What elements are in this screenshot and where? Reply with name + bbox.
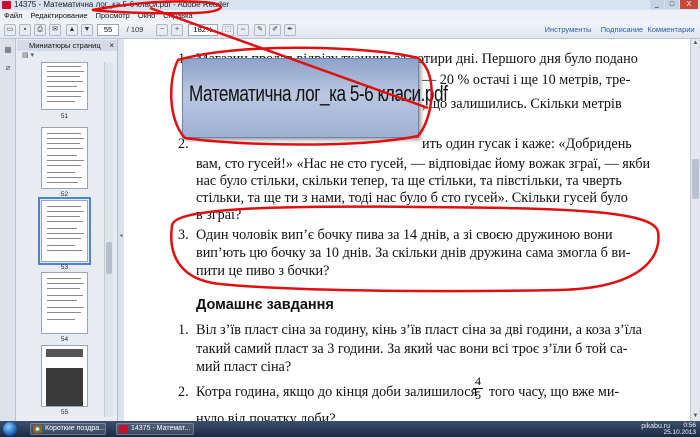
thumbnails-icon[interactable]: ▦ — [3, 45, 13, 55]
problem-text: вам, сто гусей!» «Нас не сто гусей, — ві… — [196, 156, 651, 172]
fit-page-icon[interactable]: ⬚ — [222, 24, 234, 36]
page-number-input[interactable]: 55 — [97, 24, 119, 36]
page-thumbnail[interactable] — [41, 272, 88, 334]
tab-comments[interactable]: Комментарии — [645, 24, 697, 36]
fraction: 4 5 — [472, 375, 484, 402]
prev-page-icon[interactable]: ▲ — [66, 24, 78, 36]
document-scrollbar[interactable]: ▲ ▼ — [690, 39, 700, 421]
thumbnail-label: 54 — [60, 336, 69, 343]
watermark: pikabu.ru — [641, 423, 670, 430]
maximize-button[interactable]: □ — [665, 0, 679, 9]
tab-tools[interactable]: Инструменты — [540, 24, 596, 36]
thumbnail-image — [46, 349, 83, 357]
window-controls: _ □ X — [650, 0, 698, 10]
scroll-down-icon[interactable]: ▼ — [691, 412, 700, 421]
thumbnail-label: 53 — [60, 264, 69, 271]
problem-text: нуло від початку доби? — [196, 411, 336, 421]
toolbar: ▭ ▪ ⎙ ✉ ▲ ▼ 55 / 109 − + 182% ⬚ ⇔ ✎ ✐ ✒ … — [0, 21, 700, 39]
problem-text: в зграї? — [196, 207, 242, 223]
thumbnail-label: 55 — [60, 409, 69, 416]
panel-header: Миниатюры страниц × — [17, 40, 117, 51]
problem-text: Котра година, якщо до кінця доби залишил… — [196, 384, 478, 400]
taskbar: Короткие поздра... 14375 - Математ... 0:… — [0, 421, 700, 437]
problem-number: 1. — [178, 322, 189, 338]
menu-file[interactable]: Файл — [4, 11, 22, 20]
problem-text: такий самий пласт за 3 години. За який ч… — [196, 341, 628, 357]
title-bar: 14375 - Математична лог_ка 5-6 класи.pdf… — [0, 0, 700, 10]
page-thumbnail[interactable] — [41, 127, 88, 189]
problem-number: 2. — [178, 136, 189, 152]
menu-window[interactable]: Окно — [138, 11, 155, 20]
zoom-out-icon[interactable]: − — [156, 24, 168, 36]
problem-text: нас було стільки, скільки тепер, та ще с… — [196, 173, 622, 189]
save-icon[interactable]: ▪ — [19, 24, 31, 36]
filename-tooltip: Математична лог_ка 5-6 класи.pdf — [182, 58, 448, 138]
highlight-icon[interactable]: ✐ — [269, 24, 281, 36]
navigation-pane-icons: ▦ ⌀ — [0, 39, 16, 421]
problem-text: ить один гусак і каже: «Добридень — [422, 136, 632, 152]
fraction-denominator: 5 — [475, 388, 481, 402]
chrome-icon — [33, 425, 42, 433]
attachment-icon[interactable]: ⌀ — [3, 63, 13, 73]
tab-sign[interactable]: Подписание — [597, 24, 647, 36]
taskbar-item-browser[interactable]: Короткие поздра... — [30, 423, 106, 435]
open-icon[interactable]: ▭ — [4, 24, 16, 36]
zoom-input[interactable]: 182% — [188, 24, 218, 36]
print-icon[interactable]: ⎙ — [34, 24, 46, 36]
page-thumbnail[interactable] — [41, 62, 88, 110]
problem-number: 3. — [178, 227, 189, 243]
fit-width-icon[interactable]: ⇔ — [237, 24, 249, 36]
panel-scroll-thumb[interactable] — [106, 242, 112, 274]
problem-text: , що залишились. Скільки метрів — [422, 96, 622, 112]
panel-title: Миниатюры страниц — [29, 41, 101, 50]
adobe-reader-icon — [119, 425, 128, 433]
tooltip-text: Математична лог_ка 5-6 класи.pdf — [189, 81, 448, 106]
menu-bar: Файл Редактирование Просмотр Окно Справк… — [0, 10, 700, 21]
window-title: 14375 - Математична лог_ка 5-6 класи.pdf… — [14, 0, 230, 9]
taskbar-item-label: 14375 - Математ... — [131, 425, 191, 432]
menu-view[interactable]: Просмотр — [96, 11, 130, 20]
problem-text: того часу, що вже ми- — [489, 384, 620, 400]
next-page-icon[interactable]: ▼ — [81, 24, 93, 36]
thumbnail-label: 52 — [60, 191, 69, 198]
comment-icon[interactable]: ✎ — [254, 24, 266, 36]
mail-icon[interactable]: ✉ — [49, 24, 61, 36]
problem-text: мий пласт сіна? — [196, 359, 292, 375]
minimize-button[interactable]: _ — [650, 0, 664, 9]
panel-options-icon[interactable]: ▤ ▾ — [17, 51, 117, 61]
sign-icon[interactable]: ✒ — [284, 24, 296, 36]
zoom-in-icon[interactable]: + — [171, 24, 183, 36]
document-scroll-thumb[interactable] — [692, 159, 699, 199]
problem-text: Один чоловік вип’є бочку пива за 14 днів… — [196, 227, 613, 243]
clock-date: 25.10.2013 — [663, 429, 696, 436]
problem-text: — 20 % остачі і ще 10 метрів, тре- — [422, 72, 631, 88]
scroll-up-icon[interactable]: ▲ — [691, 39, 700, 48]
problem-text: стільки, та ще ти з нами, тоді нас було … — [196, 190, 628, 206]
thumbnail-label: 51 — [60, 113, 69, 120]
page-total: / 109 — [126, 25, 144, 34]
problem-text: пити це пиво з бочки? — [196, 263, 330, 279]
problem-text: Віл з’їв пласт сіна за годину, кінь з’їв… — [196, 322, 642, 338]
menu-help[interactable]: Справка — [163, 11, 192, 20]
taskbar-item-reader[interactable]: 14375 - Математ... — [116, 423, 194, 435]
close-button[interactable]: X — [680, 0, 698, 9]
panel-scrollbar[interactable] — [104, 62, 113, 417]
problem-number: 2. — [178, 384, 189, 400]
taskbar-item-label: Короткие поздра... — [45, 425, 105, 432]
adobe-reader-icon — [2, 1, 11, 9]
page-thumbnail-selected[interactable] — [38, 197, 91, 265]
page-thumbnail[interactable] — [41, 345, 88, 407]
close-panel-icon[interactable]: × — [109, 40, 114, 51]
problem-text: вип’ють цю бочку за 10 днів. За скільки … — [196, 245, 631, 261]
start-button[interactable] — [3, 422, 17, 436]
fraction-numerator: 4 — [475, 374, 481, 388]
menu-edit[interactable]: Редактирование — [30, 11, 87, 20]
thumbnail-image — [46, 368, 83, 406]
section-heading: Домашнє завдання — [196, 297, 334, 313]
